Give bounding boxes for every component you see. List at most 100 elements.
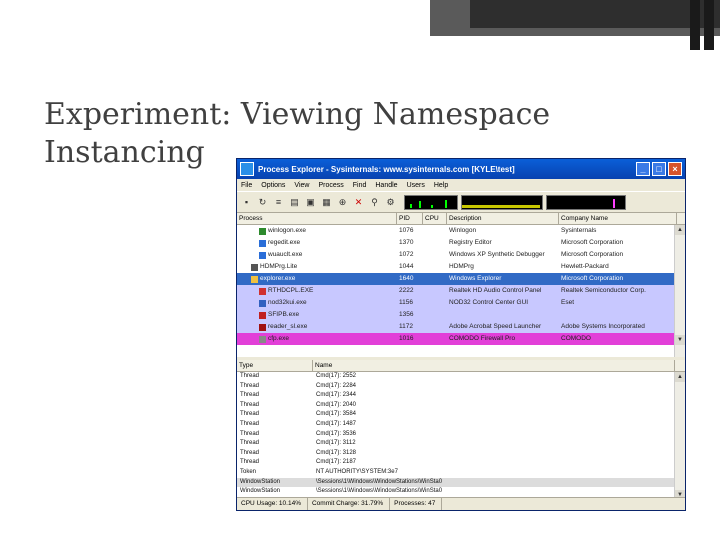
col-pid[interactable]: PID (397, 213, 423, 224)
minimize-button[interactable]: _ (636, 162, 650, 176)
app-icon (240, 162, 254, 176)
process-cpu (423, 297, 447, 309)
tree-icon[interactable]: ≡ (273, 197, 284, 208)
maximize-button[interactable]: □ (652, 162, 666, 176)
handle-name: Cmd(17): 2344 (316, 392, 357, 399)
col-cpu[interactable]: CPU (423, 213, 447, 224)
process-cpu (423, 225, 447, 237)
col-description[interactable]: Description (447, 213, 559, 224)
process-desc: NOD32 Control Center GUI (449, 299, 529, 306)
handle-type: Thread (240, 382, 260, 389)
handle-list: Thread Cmd(17): 2552 Thread Cmd(17): 2284 Th… (237, 372, 685, 500)
menu-help[interactable]: Help (434, 182, 448, 189)
process-row[interactable]: cfp.exe 1016 COMODO Firewall Pro COMODO (237, 333, 685, 345)
process-company: Microsoft Corporation (561, 239, 624, 246)
refresh-icon[interactable]: ↻ (257, 197, 268, 208)
handle-row[interactable]: Thread Cmd(17): 2552 (237, 372, 685, 382)
process-explorer-window: Process Explorer - Sysinternals: www.sys… (236, 158, 686, 511)
menu-file[interactable]: File (241, 182, 252, 189)
dll-icon[interactable]: ⚙ (385, 197, 396, 208)
close-button[interactable]: × (668, 162, 682, 176)
process-row[interactable]: RTHDCPL.EXE 2222 Realtek HD Audio Control … (237, 285, 685, 297)
handle-row[interactable]: Thread Cmd(17): 3536 (237, 430, 685, 440)
handle-name: NT AUTHORITY\SYSTEM:3e7 (316, 468, 398, 475)
process-pid: 1356 (399, 311, 414, 318)
handle-row[interactable]: Thread Cmd(17): 2284 (237, 382, 685, 392)
col-type[interactable]: Type (237, 360, 313, 371)
menu-process[interactable]: Process (318, 182, 343, 189)
col-process[interactable]: Process (237, 213, 397, 224)
status-cpu: CPU Usage: 10.14% (237, 498, 308, 510)
handle-name: Cmd(17): 3112 (316, 440, 356, 447)
process-company: Realtek Semiconductor Corp. (561, 287, 646, 294)
handle-type: Token (240, 468, 257, 475)
top-band-dark (470, 0, 720, 28)
handle-row[interactable]: Thread Cmd(17): 3128 (237, 449, 685, 459)
process-cpu (423, 237, 447, 249)
process-icon (259, 323, 266, 331)
process-row[interactable]: wuauclt.exe 1072 Windows XP Synthetic Debu… (237, 249, 685, 261)
menu-handle[interactable]: Handle (375, 182, 397, 189)
process-pid: 2222 (399, 287, 414, 294)
handle-row[interactable]: Thread Cmd(17): 3584 (237, 410, 685, 420)
menu-find[interactable]: Find (353, 182, 367, 189)
window-icon[interactable]: ▣ (305, 197, 316, 208)
handle-type: Thread (240, 420, 260, 427)
process-row[interactable]: winlogon.exe 1076 Winlogon Sysinternals (237, 225, 685, 237)
process-company: Eset (561, 299, 575, 306)
process-company (559, 309, 667, 321)
process-name: winlogon.exe (268, 227, 306, 234)
menu-users[interactable]: Users (407, 182, 425, 189)
process-icon (259, 299, 266, 307)
properties-icon[interactable]: ▤ (289, 197, 300, 208)
process-company: Microsoft Corporation (561, 251, 624, 258)
menu-options[interactable]: Options (261, 182, 285, 189)
menu-view[interactable]: View (294, 182, 309, 189)
scroll-up-icon[interactable]: ▲ (675, 372, 685, 382)
handle-name: Cmd(17): 3536 (316, 430, 357, 437)
handle-row[interactable]: Thread Cmd(17): 2187 (237, 458, 685, 468)
scroll-down-icon[interactable]: ▼ (675, 335, 685, 345)
handle-row[interactable]: Thread Cmd(17): 1487 (237, 420, 685, 430)
status-bar: CPU Usage: 10.14% Commit Charge: 31.79% … (237, 497, 685, 510)
process-pid: 1076 (399, 227, 414, 234)
process-name: HDMPrg.Lite (260, 263, 298, 270)
scroll-up-icon[interactable]: ▲ (675, 225, 685, 235)
handle-row[interactable]: WindowStation \Sessions\1\Windows\WindowS… (237, 487, 685, 497)
handle-name: Cmd(17): 2552 (316, 373, 357, 379)
col-company[interactable]: Company Name (559, 213, 677, 224)
process-scrollbar[interactable]: ▲ ▼ (674, 225, 685, 357)
col-name[interactable]: Name (313, 360, 675, 371)
handle-row[interactable]: Thread Cmd(17): 2040 (237, 401, 685, 411)
process-pid: 1640 (399, 275, 414, 282)
process-row[interactable]: reader_sl.exe 1172 Adobe Acrobat Speed Lau… (237, 321, 685, 333)
process-icon (251, 263, 258, 271)
process-cpu (423, 261, 447, 273)
handle-name: Cmd(17): 3584 (316, 411, 357, 418)
process-pid: 1370 (399, 239, 414, 246)
handle-table-header: Type Name (237, 360, 685, 372)
process-row[interactable]: HDMPrg.Lite 1044 HDMPrg Hewlett-Packard (237, 261, 685, 273)
handle-row[interactable]: WindowStation \Sessions\1\Windows\WindowS… (237, 477, 685, 488)
process-icon (251, 275, 258, 283)
process-row[interactable]: SFIPB.exe 1356 (237, 309, 685, 321)
process-row[interactable]: regedit.exe 1370 Registry Editor Microsoft … (237, 237, 685, 249)
handle-row[interactable]: Thread Cmd(17): 3112 (237, 439, 685, 449)
window-titlebar[interactable]: Process Explorer - Sysinternals: www.sys… (237, 159, 685, 179)
kill-icon[interactable]: ✕ (353, 197, 364, 208)
save-icon[interactable]: ▪ (241, 197, 252, 208)
target-icon[interactable]: ⊕ (337, 197, 348, 208)
process-row[interactable]: nod32kui.exe 1156 NOD32 Control Center GUI… (237, 297, 685, 309)
process-name: regedit.exe (268, 239, 301, 246)
find-icon[interactable]: ⚲ (369, 197, 380, 208)
handle-row[interactable]: Thread Cmd(17): 2344 (237, 391, 685, 401)
process-desc: COMODO Firewall Pro (449, 335, 516, 342)
process-icon (259, 335, 266, 343)
handle-row[interactable]: Token NT AUTHORITY\SYSTEM:3e7 (237, 468, 685, 478)
menu-bar: File Options View Process Find Handle Us… (237, 179, 685, 191)
process-row[interactable]: explorer.exe 1640 Windows Explorer Microsof… (237, 273, 685, 285)
graph-icon[interactable]: ▦ (321, 197, 332, 208)
handle-scrollbar[interactable]: ▲ ▼ (674, 372, 685, 500)
process-pid: 1156 (399, 299, 413, 306)
process-pid: 1072 (399, 251, 414, 258)
